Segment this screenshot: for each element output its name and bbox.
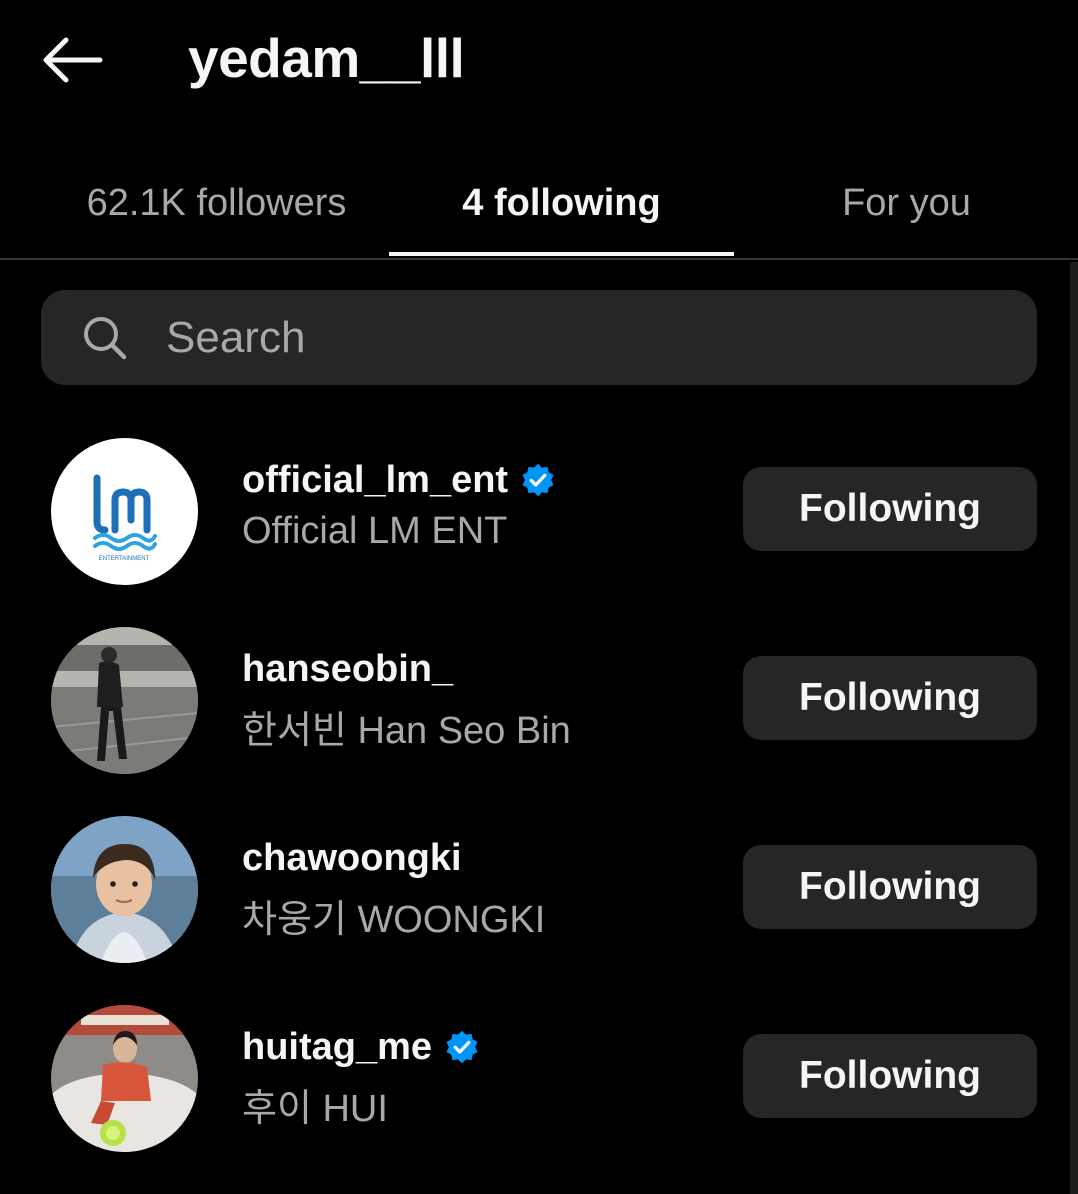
profile-photo [51,627,198,774]
list-item[interactable]: ENTERTAINMENT official_lm_ent Official L… [0,436,1078,586]
full-name: Official LM ENT [242,510,508,552]
full-name: 한서빈 Han Seo Bin [242,710,571,752]
page-title: yedam__lll [188,27,465,89]
following-button[interactable]: Following [743,845,1037,929]
logo-text: ENTERTAINMENT [99,556,150,562]
following-button[interactable]: Following [743,1034,1037,1118]
profile-photo [51,1005,198,1152]
username[interactable]: huitag_me [242,1026,432,1069]
list-item[interactable]: huitag_me 후이 HUI Following [0,1003,1078,1153]
username[interactable]: official_lm_ent [242,459,508,502]
back-button[interactable] [36,28,108,92]
tab-for-you[interactable]: For you [734,150,1078,256]
lm-entertainment-logo: ENTERTAINMENT [93,474,157,562]
username-line: chawoongki [242,834,462,882]
avatar[interactable] [51,627,198,774]
avatar[interactable] [51,1005,198,1152]
following-button[interactable]: Following [743,467,1037,551]
search-input[interactable] [166,300,1006,375]
following-button[interactable]: Following [743,656,1037,740]
list-item[interactable]: hanseobin_ 한서빈 Han Seo Bin Following [0,625,1078,775]
search-icon [84,317,127,360]
full-name: 차웅기 WOONGKI [242,899,546,941]
verified-badge-icon [446,1030,478,1064]
username-line: huitag_me [242,1023,480,1071]
username[interactable]: chawoongki [242,837,462,880]
tab-bar: 62.1K followers 4 following For you [0,150,1078,260]
arrow-left-icon [43,37,103,83]
tab-following[interactable]: 4 following [389,150,734,256]
profile-photo [51,816,198,963]
active-tab-indicator [389,252,734,256]
avatar[interactable]: ENTERTAINMENT [51,438,198,585]
username-line: official_lm_ent [242,456,556,504]
top-bar: yedam__lll [0,0,1078,120]
username-line: hanseobin_ [242,645,453,693]
tab-followers[interactable]: 62.1K followers [44,150,389,256]
username[interactable]: hanseobin_ [242,648,453,691]
full-name: 후이 HUI [242,1088,388,1130]
avatar[interactable] [51,816,198,963]
verified-badge-icon [522,463,554,497]
list-item[interactable]: chawoongki 차웅기 WOONGKI Following [0,814,1078,964]
